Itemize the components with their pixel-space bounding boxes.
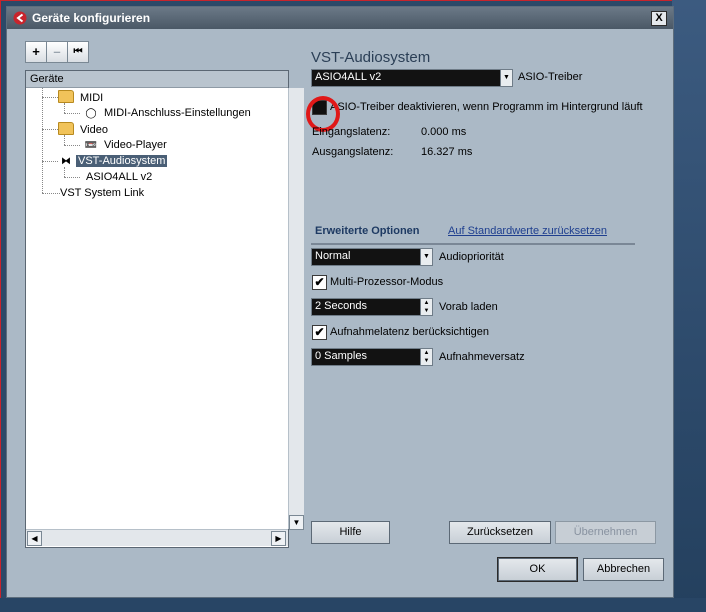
asio-driver-value: ASIO4ALL v2 — [315, 71, 382, 83]
desktop-background — [672, 0, 706, 612]
multiprocessor-label: Multi-Prozessor-Modus — [330, 276, 444, 288]
cancel-button[interactable]: Abbrechen — [583, 558, 664, 581]
tree-item-asio4all[interactable]: ASIO4ALL v2 — [84, 170, 154, 185]
tree-item-midi[interactable]: MIDI — [58, 90, 105, 105]
preload-stepper[interactable]: 2 Seconds ▲ ▼ — [311, 298, 433, 316]
output-latency-value: 16.327 ms — [421, 146, 473, 158]
reset-device-button[interactable]: ⏮ — [67, 41, 89, 63]
desktop-background-bottom — [0, 598, 706, 612]
deactivate-asio-label: ASIO-Treiber deaktivieren, wenn Programm… — [330, 101, 643, 113]
scroll-down-icon[interactable]: ▼ — [289, 515, 304, 530]
folder-icon — [58, 90, 74, 103]
tree-item-video[interactable]: Video — [58, 122, 110, 137]
multiprocessor-checkbox[interactable]: ✔ — [312, 275, 327, 290]
scroll-right-icon[interactable]: ▶ — [271, 531, 286, 546]
tree-item-label: VST-Audiosystem — [76, 155, 168, 167]
input-latency-label: Eingangslatenz: — [312, 126, 391, 138]
reset-button[interactable]: Zurücksetzen — [449, 521, 551, 544]
tab-divider — [311, 243, 635, 245]
tab-advanced-options[interactable]: Erweiterte Optionen — [315, 225, 420, 237]
chevron-down-icon[interactable]: ▼ — [500, 70, 512, 86]
asio-driver-select[interactable]: ASIO4ALL v2 ▼ — [311, 69, 513, 87]
chevron-down-icon[interactable]: ▼ — [420, 249, 432, 265]
audio-priority-select[interactable]: Normal ▼ — [311, 248, 433, 266]
audio-priority-label: Audiopriorität — [439, 251, 504, 263]
stepper-arrows-icon[interactable]: ▲ ▼ — [420, 349, 432, 365]
tree-item-label: MIDI — [80, 92, 104, 104]
tree-item-label: Video-Player — [104, 139, 167, 151]
cubase-logo-icon — [13, 11, 27, 25]
tree-item-label: Video — [80, 124, 108, 136]
preload-value: 2 Seconds — [315, 300, 367, 312]
tree-item-video-player[interactable]: 📼 Video-Player — [82, 138, 169, 153]
tree-item-midi-port-settings[interactable]: ◯ MIDI-Anschluss-Einstellungen — [82, 106, 253, 121]
device-config-dialog: Geräte konfigurieren X + – ⏮ Geräte MIDI — [6, 6, 674, 598]
stepper-arrows-icon[interactable]: ▲ ▼ — [420, 299, 432, 315]
tree-item-vst-system-link[interactable]: VST System Link — [58, 186, 146, 201]
midi-port-icon: ◯ — [85, 108, 97, 119]
tree-column-header[interactable]: Geräte — [26, 71, 288, 88]
device-tree: Geräte MIDI ◯ MIDI-Anschluss-Einstellunge… — [25, 70, 304, 548]
video-icon: 📼 — [84, 140, 98, 151]
title-bar[interactable]: Geräte konfigurieren X — [7, 7, 673, 29]
record-offset-value: 0 Samples — [315, 350, 367, 362]
record-offset-stepper[interactable]: 0 Samples ▲ ▼ — [311, 348, 433, 366]
tree-item-label: MIDI-Anschluss-Einstellungen — [104, 107, 251, 119]
reset-defaults-link[interactable]: Auf Standardwerte zurücksetzen — [448, 225, 607, 237]
help-button[interactable]: Hilfe — [311, 521, 390, 544]
record-offset-label: Aufnahmeversatz — [439, 351, 525, 363]
preload-label: Vorab laden — [439, 301, 498, 313]
folder-icon — [58, 122, 74, 135]
audio-icon: ⧓ — [61, 156, 71, 167]
tree-item-label: VST System Link — [60, 187, 145, 199]
tree-item-vst-audiosystem[interactable]: ⧓ VST-Audiosystem — [58, 154, 168, 169]
apply-button[interactable]: Übernehmen — [555, 521, 656, 544]
add-device-button[interactable]: + — [25, 41, 47, 63]
tree-vertical-scrollbar[interactable]: ▼ — [288, 88, 304, 530]
output-latency-label: Ausgangslatenz: — [312, 146, 394, 158]
asio-driver-label: ASIO-Treiber — [518, 71, 583, 83]
close-button[interactable]: X — [651, 11, 667, 26]
window-title: Geräte konfigurieren — [32, 11, 151, 25]
ok-button[interactable]: OK — [497, 557, 578, 582]
options-tab-row: Erweiterte Optionen Auf Standardwerte zu… — [311, 221, 635, 243]
record-latency-checkbox[interactable]: ✔ — [312, 325, 327, 340]
input-latency-value: 0.000 ms — [421, 126, 467, 138]
panel-heading: VST-Audiosystem — [311, 49, 431, 66]
scroll-left-icon[interactable]: ◀ — [27, 531, 42, 546]
tree-item-label: ASIO4ALL v2 — [86, 171, 153, 183]
audio-priority-value: Normal — [315, 250, 351, 262]
remove-device-button[interactable]: – — [46, 41, 68, 63]
record-latency-label: Aufnahmelatenz berücksichtigen — [330, 326, 489, 338]
tree-horizontal-scrollbar[interactable]: ◀ ▶ — [26, 529, 288, 546]
tree-body: MIDI ◯ MIDI-Anschluss-Einstellungen Video… — [26, 88, 288, 529]
tree-header-label: Geräte — [30, 73, 64, 85]
